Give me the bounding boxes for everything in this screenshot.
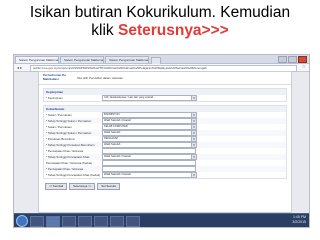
back-forward-icon[interactable]: ◂ ▸ xyxy=(17,65,22,70)
field-label: * Sukan / Permainan xyxy=(46,125,72,129)
back-button[interactable]: << Kembali xyxy=(45,183,68,190)
reset-button[interactable]: Set Semula xyxy=(97,183,120,190)
page-header: Permohonan Ke Matrikulasi Sila pilih Pen… xyxy=(39,72,291,85)
minimize-button[interactable] xyxy=(278,56,287,63)
browser-tab[interactable]: Sistem Pengurusan Maklumat xyxy=(15,56,59,63)
field-label: * Pencapaian Khas / Istimewa xyxy=(46,149,84,153)
media-icon[interactable] xyxy=(94,216,108,227)
field-label: Pencapaian Khas / Istimewa (Kedua) xyxy=(46,161,93,165)
folder-icon[interactable] xyxy=(78,216,92,227)
field-label: * Tahap Tertinggi Persatuan Beruniform xyxy=(46,143,95,147)
chevron-down-icon: ▾ xyxy=(191,131,196,135)
chevron-down-icon: ▾ xyxy=(191,96,196,100)
chevron-down-icon: ▾ xyxy=(191,137,196,141)
chrome-icon[interactable] xyxy=(46,216,60,227)
field-label: * Tahap Tertinggi Pencapaian Khas (Kedua… xyxy=(46,173,101,177)
select-value: Wakil Sekolah / Daerah xyxy=(104,173,132,176)
select-value: Wakil Sekolah / Daerah xyxy=(104,155,132,158)
header-subtitle: Sila pilih Pendaftar dalam Jawatan xyxy=(77,76,124,80)
close-button[interactable] xyxy=(298,56,307,63)
taskbar-apps xyxy=(30,216,140,227)
browser-tab-bar: Sistem Pengurusan Maklumat Sistem Pengur… xyxy=(14,55,309,64)
windows-start-icon[interactable] xyxy=(16,215,28,227)
select-value: Wakil Sekolah xyxy=(104,131,121,134)
select-value: AJK Jawatankuasa / Lain-lain yang setara… xyxy=(104,96,154,99)
field-label: * Tahap Tertinggi Sukan / Permainan xyxy=(46,119,92,123)
select-value: KELAB KOMPUTER xyxy=(104,125,128,128)
chevron-down-icon: ▾ xyxy=(191,173,196,177)
form-buttons: << Kembali Seterusnya >> Set Semula xyxy=(45,183,291,190)
slide-title-prefix: klik xyxy=(91,22,118,39)
field-label: * Persatuan Beruniform xyxy=(46,137,76,141)
next-button[interactable]: Seterusnya >> xyxy=(69,183,96,190)
paint-icon[interactable] xyxy=(126,216,140,227)
maximize-button[interactable] xyxy=(288,56,297,63)
field-label: * Tahap Tertinggi Sukan / Permainan xyxy=(46,131,92,135)
browser-tab[interactable]: Sistem Pengurusan Maklumat xyxy=(60,56,104,63)
browser-screenshot: Sistem Pengurusan Maklumat Sistem Pengur… xyxy=(13,54,310,228)
field-label: * Sukan / Permainan xyxy=(46,113,72,117)
slide-title: Isikan butiran Kokurikulum. Kemudian kli… xyxy=(0,4,320,40)
chevron-down-icon: ▾ xyxy=(191,143,196,147)
window-controls xyxy=(278,56,307,63)
word-icon[interactable] xyxy=(110,216,124,227)
browser-tab[interactable]: Sistem Pengurusan Maklumat xyxy=(105,56,149,63)
select-field[interactable]: AJK Jawatankuasa / Lain-lain yang setara… xyxy=(102,95,197,101)
explorer-icon[interactable] xyxy=(30,216,44,227)
new-tab-button[interactable] xyxy=(151,57,161,64)
web-page: Permohonan Ke Matrikulasi Sila pilih Pen… xyxy=(38,71,292,213)
select-field[interactable]: Wakil Sekolah / Daerah ▾ xyxy=(102,172,197,178)
field-label: * Tahap Tertinggi Pencapaian Khas xyxy=(46,155,90,159)
firefox-icon[interactable] xyxy=(62,216,76,227)
chevron-down-icon: ▾ xyxy=(191,155,196,159)
windows-taskbar: 1:45 PM 3/2/2015 xyxy=(14,213,309,227)
slide-title-line1: Isikan butiran Kokurikulum. Kemudian xyxy=(29,4,291,21)
form-row: * Tahap Tertinggi Pencapaian Khas (Kedua… xyxy=(44,172,286,178)
bookmark-star-icon[interactable]: ☆ xyxy=(302,64,306,70)
chevron-down-icon: ▾ xyxy=(191,119,196,123)
kokurikulum-section: Kokurikulum * Sukan / Permainan BADMINTON… xyxy=(43,105,287,179)
select-value: BADMINTON xyxy=(104,113,120,116)
slide-title-accent: Seterusnya>>> xyxy=(117,22,229,39)
chevron-down-icon: ▾ xyxy=(191,113,196,117)
slide-title-line2: klik Seterusnya>>> xyxy=(0,22,320,40)
select-value: PENGAKAP xyxy=(104,137,119,140)
select-value: Wakil Sekolah xyxy=(104,143,121,146)
chevron-down-icon: ▾ xyxy=(191,125,196,129)
field-label: * Kepimpinan xyxy=(46,96,63,100)
form-row: * Kepimpinan AJK Jawatankuasa / Lain-lai… xyxy=(44,95,286,101)
clock-date: 3/2/2015 xyxy=(292,220,306,224)
header-title: Permohonan Ke Matrikulasi xyxy=(43,73,67,81)
kepimpinan-section: Kepimpinan * Kepimpinan AJK Jawatankuasa… xyxy=(43,88,287,102)
field-label: * Pencapaian Khas / Istimewa xyxy=(46,167,84,171)
select-value: Wakil Sekolah / Daerah xyxy=(104,119,132,122)
system-tray-clock[interactable]: 1:45 PM 3/2/2015 xyxy=(292,215,306,225)
